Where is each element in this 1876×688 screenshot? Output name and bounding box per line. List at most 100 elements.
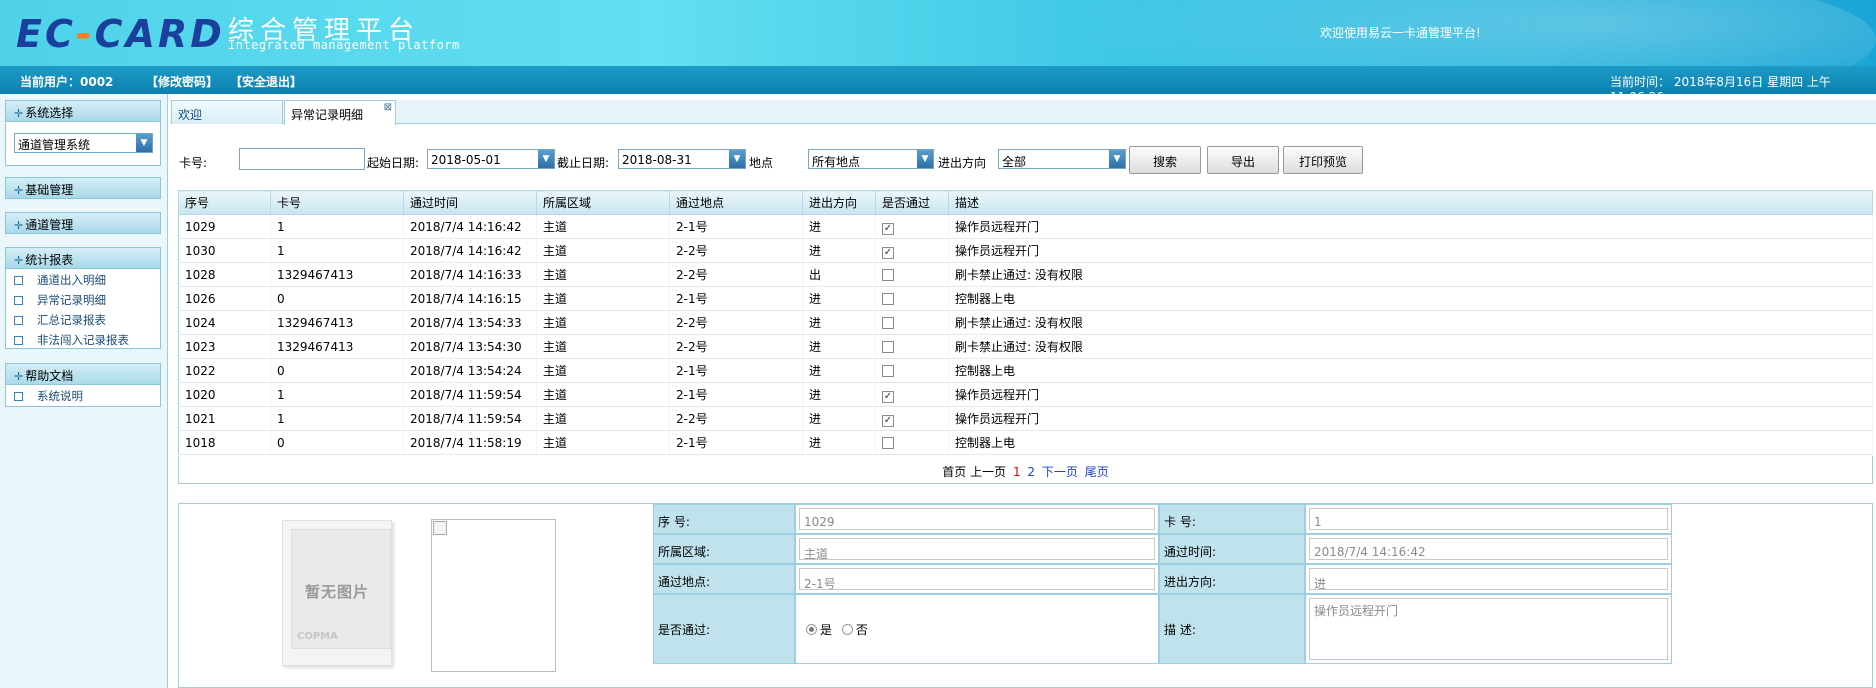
desc-value-cell: 操作员远程开门	[1305, 594, 1672, 664]
passed-cell	[875, 310, 949, 335]
passed-cell: ✓	[875, 214, 949, 239]
cell-no: 1030	[178, 238, 271, 263]
table-row[interactable]: 1028 1329467413 2018/7/4 14:16:33 主道 2-2号出 刷卡…	[178, 262, 1873, 287]
detail-fields: 序 号: 1029 卡 号: 1 所属区域: 主道 通过时间: 2018/7/4…	[653, 504, 1872, 687]
change-password-link[interactable]: 【修改密码】	[146, 73, 218, 90]
direction-label: 进出方向	[938, 156, 987, 170]
cell-desc: 操作员远程开门	[948, 382, 1873, 407]
column-header[interactable]: 描述	[948, 190, 1873, 215]
print-preview-button[interactable]: 打印预览	[1283, 146, 1363, 174]
desc-field: 操作员远程开门	[1309, 598, 1668, 660]
cell-desc: 操作员远程开门	[948, 406, 1873, 431]
card-value-cell: 1	[1305, 504, 1672, 534]
expand-icon: ✛	[14, 370, 24, 383]
cell-desc: 刷卡禁止通过: 没有权限	[948, 334, 1873, 359]
no-value-cell: 1029	[795, 504, 1159, 534]
column-header[interactable]: 序号	[178, 190, 271, 215]
cell-place: 2-2号	[669, 238, 803, 263]
first-page-link[interactable]: 首页	[942, 465, 966, 479]
table-row[interactable]: 1020 1 2018/7/4 11:59:54 主道 2-1号进 ✓ 操作员远程开门	[178, 382, 1873, 407]
column-header[interactable]: 通过时间	[403, 190, 537, 215]
sidebar-item-channel-mgmt[interactable]: ✛ 通道管理	[5, 212, 161, 234]
cell-area: 主道	[536, 334, 670, 359]
unchecked-checkbox	[882, 316, 894, 329]
capture-image	[431, 519, 556, 672]
table-row[interactable]: 1018 0 2018/7/4 11:58:19 主道 2-1号进 控制器上电	[178, 430, 1873, 455]
cell-area: 主道	[536, 382, 670, 407]
place-value-cell: 2-1号	[795, 564, 1159, 594]
card-number-input[interactable]	[239, 148, 365, 170]
table-row[interactable]: 1024 1329467413 2018/7/4 13:54:33 主道 2-2号进 刷卡…	[178, 310, 1873, 335]
sidebar-item-summary-report[interactable]: 汇总记录报表	[6, 309, 160, 329]
cell-place: 2-1号	[669, 430, 803, 455]
sidebar-item-intrusion-report[interactable]: 非法闯入记录报表	[6, 329, 160, 349]
logout-link[interactable]: 【安全退出】	[230, 73, 302, 90]
sidebar-item-basic-mgmt[interactable]: ✛ 基础管理	[5, 177, 161, 199]
no-field: 1029	[799, 508, 1155, 530]
passed-yes-radio[interactable]	[806, 624, 817, 635]
cell-time: 2018/7/4 14:16:42	[403, 214, 537, 239]
cell-area: 主道	[536, 310, 670, 335]
system-select-dropdown[interactable]: 通道管理系统 ▼	[14, 133, 153, 153]
unchecked-checkbox	[882, 268, 894, 281]
column-header[interactable]: 进出方向	[802, 190, 876, 215]
cell-dir: 进	[802, 382, 876, 407]
cell-card: 1329467413	[270, 334, 404, 359]
end-date-picker[interactable]: 2018-08-31 ▼	[618, 149, 746, 169]
system-select-header[interactable]: ✛ 系统选择	[5, 100, 161, 122]
sidebar-item-system-doc[interactable]: 系统说明	[6, 385, 160, 405]
tab-abnormal-detail[interactable]: 异常记录明细 ⊠	[284, 100, 396, 125]
chevron-down-icon: ▼	[729, 150, 745, 168]
start-date-picker[interactable]: 2018-05-01 ▼	[427, 149, 555, 169]
close-icon[interactable]: ⊠	[384, 102, 392, 113]
app-header: EC-CARD 综合管理平台 Integrated management pla…	[0, 0, 1876, 66]
cell-desc: 刷卡禁止通过: 没有权限	[948, 262, 1873, 287]
cell-no: 1024	[178, 310, 271, 335]
column-header[interactable]: 是否通过	[875, 190, 949, 215]
desc-label: 描 述:	[1159, 594, 1305, 664]
cell-place: 2-1号	[669, 382, 803, 407]
node-icon	[14, 392, 23, 401]
cell-place: 2-2号	[669, 406, 803, 431]
passed-cell: ✓	[875, 382, 949, 407]
ec-card-logo: EC-CARD	[16, 12, 225, 56]
sidebar-item-stats[interactable]: ✛ 统计报表	[5, 247, 161, 269]
table-header-row: 序号 卡号 通过时间 所属区域 通过地点 进出方向 是否通过 描述	[178, 190, 1873, 215]
table-row[interactable]: 1030 1 2018/7/4 14:16:42 主道 2-2号进 ✓ 操作员远程开门	[178, 238, 1873, 263]
tab-welcome[interactable]: 欢迎	[171, 100, 283, 124]
direction-value-cell: 进	[1305, 564, 1672, 594]
column-header[interactable]: 通过地点	[669, 190, 803, 215]
cell-card: 0	[270, 286, 404, 311]
sidebar: ✛ 系统选择 通道管理系统 ▼ ✛ 基础管理 ✛ 通道管理 ✛ 统计报表 通道出入明细 …	[0, 94, 168, 688]
chevron-down-icon: ▼	[538, 150, 554, 168]
cell-area: 主道	[536, 406, 670, 431]
direction-select[interactable]: 全部 ▼	[998, 149, 1126, 169]
search-button[interactable]: 搜索	[1129, 146, 1201, 174]
table-row[interactable]: 1023 1329467413 2018/7/4 13:54:30 主道 2-2号进 刷卡…	[178, 334, 1873, 359]
cell-time: 2018/7/4 13:54:24	[403, 358, 537, 383]
table-row[interactable]: 1021 1 2018/7/4 11:59:54 主道 2-2号进 ✓ 操作员远程开门	[178, 406, 1873, 431]
table-row[interactable]: 1026 0 2018/7/4 14:16:15 主道 2-1号进 控制器上电	[178, 286, 1873, 311]
passed-cell: ✓	[875, 238, 949, 263]
chevron-down-icon: ▼	[917, 150, 933, 168]
node-icon	[14, 316, 23, 325]
sidebar-item-channel-detail[interactable]: 通道出入明细	[6, 269, 160, 289]
last-page-link[interactable]: 尾页	[1085, 465, 1109, 479]
passed-cell	[875, 430, 949, 455]
sidebar-item-help[interactable]: ✛ 帮助文档	[5, 363, 161, 385]
column-header[interactable]: 所属区域	[536, 190, 670, 215]
passed-no-radio[interactable]	[841, 624, 853, 635]
system-select-panel: 通道管理系统 ▼	[5, 122, 161, 166]
table-row[interactable]: 1022 0 2018/7/4 13:54:24 主道 2-1号进 控制器上电	[178, 358, 1873, 383]
export-button[interactable]: 导出	[1207, 146, 1279, 174]
sidebar-item-abnormal-detail[interactable]: 异常记录明细	[6, 289, 160, 309]
next-page-link[interactable]: 下一页	[1042, 465, 1078, 479]
table-row[interactable]: 1029 1 2018/7/4 14:16:42 主道 2-1号进 ✓ 操作员远程开门	[178, 214, 1873, 239]
record-detail-panel: 暂无图片 COPMA 序 号: 1029 卡 号: 1 所属区域: 主道 通过时…	[178, 503, 1873, 688]
current-user: 当前用户：0002	[20, 75, 114, 89]
column-header[interactable]: 卡号	[270, 190, 404, 215]
prev-page-link[interactable]: 上一页	[970, 465, 1006, 479]
place-select[interactable]: 所有地点 ▼	[808, 149, 934, 169]
card-label: 卡 号:	[1159, 504, 1305, 534]
page-2-link[interactable]: 2	[1027, 465, 1035, 479]
